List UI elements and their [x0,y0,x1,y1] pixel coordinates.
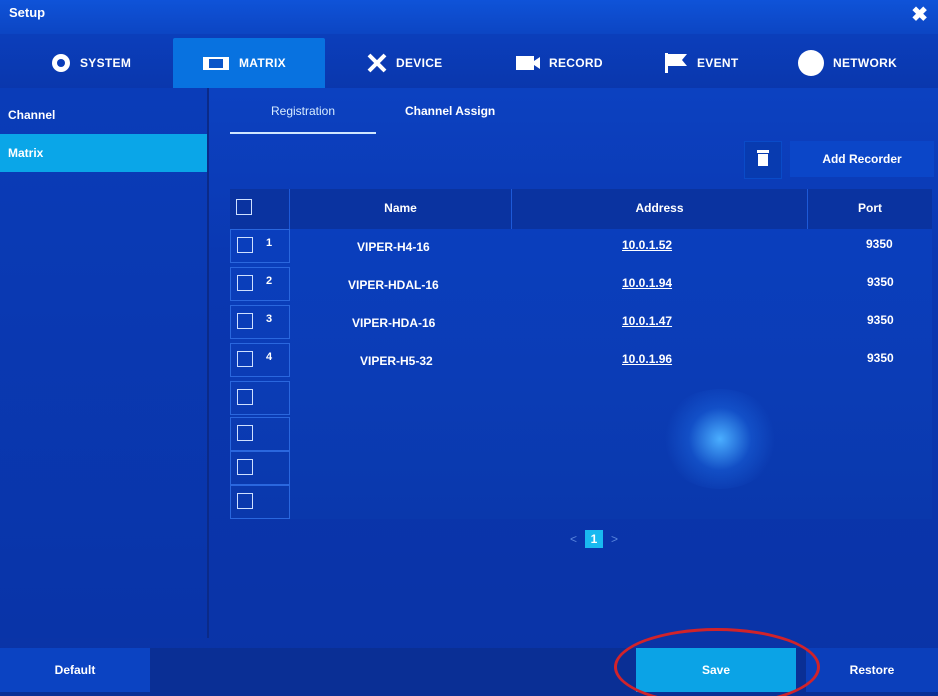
row-name: VIPER-HDA-16 [352,316,436,330]
row-select-cell: 4 [230,343,290,377]
header-select-all [230,189,290,229]
tab-channel-assign[interactable]: Channel Assign [405,96,495,132]
window-title: Setup [9,5,46,20]
row-number: 1 [266,237,273,249]
tab-matrix[interactable]: MATRIX [173,38,325,88]
row-port: 9350 [867,275,894,289]
tab-label: RECORD [549,56,603,70]
row-checkbox[interactable] [237,425,253,441]
row-checkbox[interactable] [237,459,253,475]
row-address: 10.0.1.52 [622,238,673,252]
tab-record[interactable]: RECORD [515,38,603,88]
table-row[interactable]: 3 VIPER-HDA-16 10.0.1.47 9350 [230,305,932,339]
row-port: 9350 [867,313,894,327]
row-select-cell: 2 [230,267,290,301]
table-row[interactable]: 4 VIPER-H5-32 10.0.1.96 9350 [230,343,932,377]
monitor-icon [201,52,231,74]
gear-icon [50,52,72,74]
row-checkbox[interactable] [237,275,253,291]
tab-label: DEVICE [396,56,443,70]
sidebar-item-channel[interactable]: Channel [0,96,207,134]
row-number: 3 [266,313,273,325]
empty-row [230,451,290,485]
row-address: 10.0.1.96 [622,352,673,366]
tab-label: SYSTEM [80,56,132,70]
row-name: VIPER-HDAL-16 [348,278,439,292]
row-port: 9350 [867,351,894,365]
flag-icon [663,52,689,74]
row-checkbox[interactable] [237,351,253,367]
row-select-cell: 3 [230,305,290,339]
setup-window: Setup ✖ SYSTEM MATRIX DEVICE RECORD EVEN… [0,0,938,696]
close-icon[interactable]: ✖ [911,2,928,27]
delete-button[interactable] [744,141,782,179]
header-port: Port [858,201,882,215]
tab-device[interactable]: DEVICE [366,38,442,88]
tab-system[interactable]: SYSTEM [50,38,131,88]
pagination: < 1 > [570,530,618,548]
table-row[interactable]: 2 VIPER-HDAL-16 10.0.1.94 9350 [230,267,932,301]
row-number: 2 [266,275,273,287]
main-tabs: SYSTEM MATRIX DEVICE RECORD EVENT NETWOR… [0,34,938,88]
row-number: 4 [266,351,273,363]
tab-network[interactable]: NETWORK [797,38,897,88]
header-address: Address [512,189,808,229]
tools-icon [366,52,388,74]
sidebar-item-matrix[interactable]: Matrix [0,134,207,172]
header-name: Name [290,189,512,229]
recorder-table: Name Address Port 1 VIPER-H4-16 10.0.1.5… [230,189,932,519]
row-port: 9350 [866,237,893,251]
sub-tabs: Registration Channel Assign [230,96,930,134]
screen-glare [660,389,780,489]
row-checkbox[interactable] [237,313,253,329]
title-bar: Setup ✖ [0,0,938,34]
next-page-icon[interactable]: > [611,532,618,546]
row-select-cell: 1 [230,229,290,263]
sidebar: Channel Matrix [0,88,209,638]
default-button[interactable]: Default [0,648,150,692]
camera-icon [515,52,541,74]
page-1-button[interactable]: 1 [585,530,604,548]
empty-row [230,485,290,519]
restore-button[interactable]: Restore [806,648,938,692]
tab-label: MATRIX [239,56,286,70]
add-recorder-button[interactable]: Add Recorder [790,141,934,177]
globe-icon [797,49,825,77]
empty-row [230,381,290,415]
select-all-checkbox[interactable] [236,199,252,215]
row-address: 10.0.1.94 [622,276,673,290]
row-checkbox[interactable] [237,237,253,253]
trash-icon [756,149,770,172]
row-checkbox[interactable] [237,493,253,509]
tab-label: EVENT [697,56,739,70]
tab-event[interactable]: EVENT [663,38,739,88]
highlight-circle [614,628,820,696]
prev-page-icon[interactable]: < [570,532,577,546]
row-address: 10.0.1.47 [622,314,673,328]
tab-label: NETWORK [833,56,898,70]
row-name: VIPER-H5-32 [360,354,433,368]
empty-row [230,417,290,451]
table-header: Name Address Port [230,189,932,229]
row-name: VIPER-H4-16 [357,240,430,254]
tab-registration[interactable]: Registration [230,96,376,134]
row-checkbox[interactable] [237,389,253,405]
table-row[interactable]: 1 VIPER-H4-16 10.0.1.52 9350 [230,229,932,263]
